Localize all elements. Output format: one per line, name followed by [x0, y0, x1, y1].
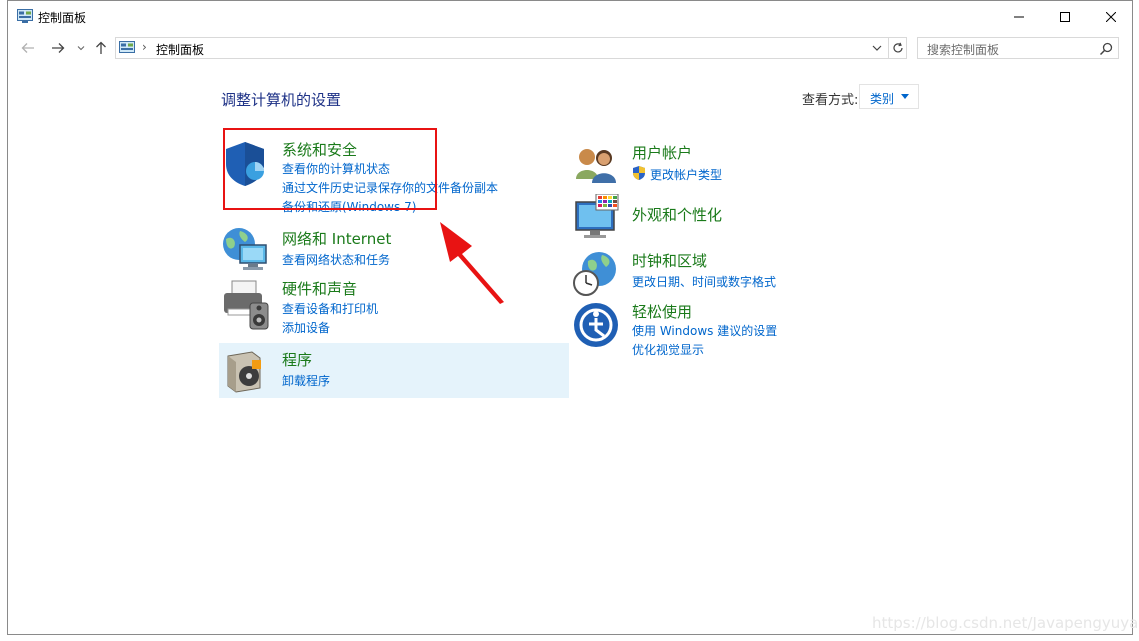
appearance-title[interactable]: 外观和个性化: [632, 204, 722, 225]
programs-disc-icon[interactable]: [222, 348, 266, 394]
users-icon[interactable]: [573, 145, 619, 185]
link-add-device[interactable]: 添加设备: [282, 319, 330, 336]
maximize-icon: [1060, 11, 1070, 22]
printer-speaker-icon[interactable]: [220, 279, 270, 331]
search-placeholder: 搜索控制面板: [927, 43, 1000, 57]
annotation-highlight-box: [223, 128, 437, 210]
link-optimize-visual-display[interactable]: 优化视觉显示: [632, 341, 704, 358]
view-by-label: 查看方式:: [802, 93, 859, 108]
page-title: 调整计算机的设置: [221, 91, 342, 109]
breadcrumb-control-panel[interactable]: 控制面板: [156, 41, 204, 58]
category-clock-region: 时钟和区域 更改日期、时间或数字格式: [571, 249, 871, 297]
programs-title[interactable]: 程序: [282, 349, 312, 370]
category-user-accounts: 用户帐户 更改帐户类型: [571, 141, 871, 189]
control-panel-icon: [119, 41, 135, 53]
navigation-bar: › 控制面板 搜索控制面板: [8, 35, 1132, 61]
close-button[interactable]: [1088, 1, 1134, 32]
back-button[interactable]: [18, 38, 38, 58]
link-change-date-time-format[interactable]: 更改日期、时间或数字格式: [632, 273, 776, 290]
refresh-icon: [892, 42, 903, 53]
link-uninstall-program[interactable]: 卸载程序: [282, 372, 330, 389]
clock-region-title[interactable]: 时钟和区域: [632, 250, 707, 271]
forward-button[interactable]: [48, 38, 68, 58]
network-internet-title[interactable]: 网络和 Internet: [282, 228, 391, 249]
control-panel-icon: [17, 9, 33, 23]
window-title: 控制面板: [38, 11, 87, 25]
address-dropdown-button[interactable]: [869, 40, 885, 56]
clock-globe-icon[interactable]: [572, 251, 620, 297]
breadcrumb-separator-icon[interactable]: ›: [142, 40, 147, 54]
caret-down-icon: [901, 94, 909, 99]
arrow-right-icon: [52, 43, 65, 53]
arrow-left-icon: [21, 43, 34, 53]
minimize-button[interactable]: [996, 1, 1042, 32]
uac-shield-icon: [633, 166, 645, 180]
minimize-icon: [1014, 16, 1024, 17]
link-change-account-type[interactable]: 更改帐户类型: [650, 166, 722, 183]
chevron-down-icon: [77, 46, 85, 51]
search-icon[interactable]: [1098, 41, 1114, 57]
category-ease-of-access: 轻松使用 使用 Windows 建议的设置 优化视觉显示: [571, 300, 871, 360]
ease-of-access-icon[interactable]: [573, 302, 619, 348]
maximize-button[interactable]: [1042, 1, 1088, 32]
refresh-button[interactable]: [889, 37, 907, 59]
view-by-value: 类别: [870, 92, 895, 106]
category-appearance: 外观和个性化: [571, 194, 871, 242]
link-devices-printers[interactable]: 查看设备和打印机: [282, 300, 378, 317]
up-button[interactable]: [91, 38, 111, 58]
user-accounts-title[interactable]: 用户帐户: [632, 142, 692, 163]
ease-of-access-title[interactable]: 轻松使用: [632, 301, 692, 322]
control-panel-window: 控制面板 › 控制面板 搜索控制面板 调整计算机的设置 查看方式: 类别 系统和…: [7, 0, 1133, 635]
recent-locations-button[interactable]: [71, 38, 91, 58]
arrow-up-icon: [96, 41, 106, 54]
address-bar[interactable]: › 控制面板: [115, 37, 889, 59]
hardware-sound-title[interactable]: 硬件和声音: [282, 278, 357, 299]
search-input[interactable]: 搜索控制面板: [917, 37, 1119, 59]
link-view-network-status[interactable]: 查看网络状态和任务: [282, 251, 390, 268]
chevron-down-icon: [872, 45, 882, 51]
network-globe-icon[interactable]: [220, 227, 270, 273]
category-programs: 程序 卸载程序: [219, 348, 519, 396]
close-icon: [1106, 11, 1116, 22]
monitor-palette-icon[interactable]: [574, 194, 620, 240]
link-recommended-settings[interactable]: 使用 Windows 建议的设置: [632, 322, 777, 339]
view-by-dropdown[interactable]: 类别: [859, 84, 919, 109]
title-bar[interactable]: 控制面板: [8, 1, 1132, 32]
annotation-arrow-icon: [440, 222, 504, 304]
watermark-text: https://blog.csdn.net/Javapengyuyan: [872, 614, 1139, 632]
